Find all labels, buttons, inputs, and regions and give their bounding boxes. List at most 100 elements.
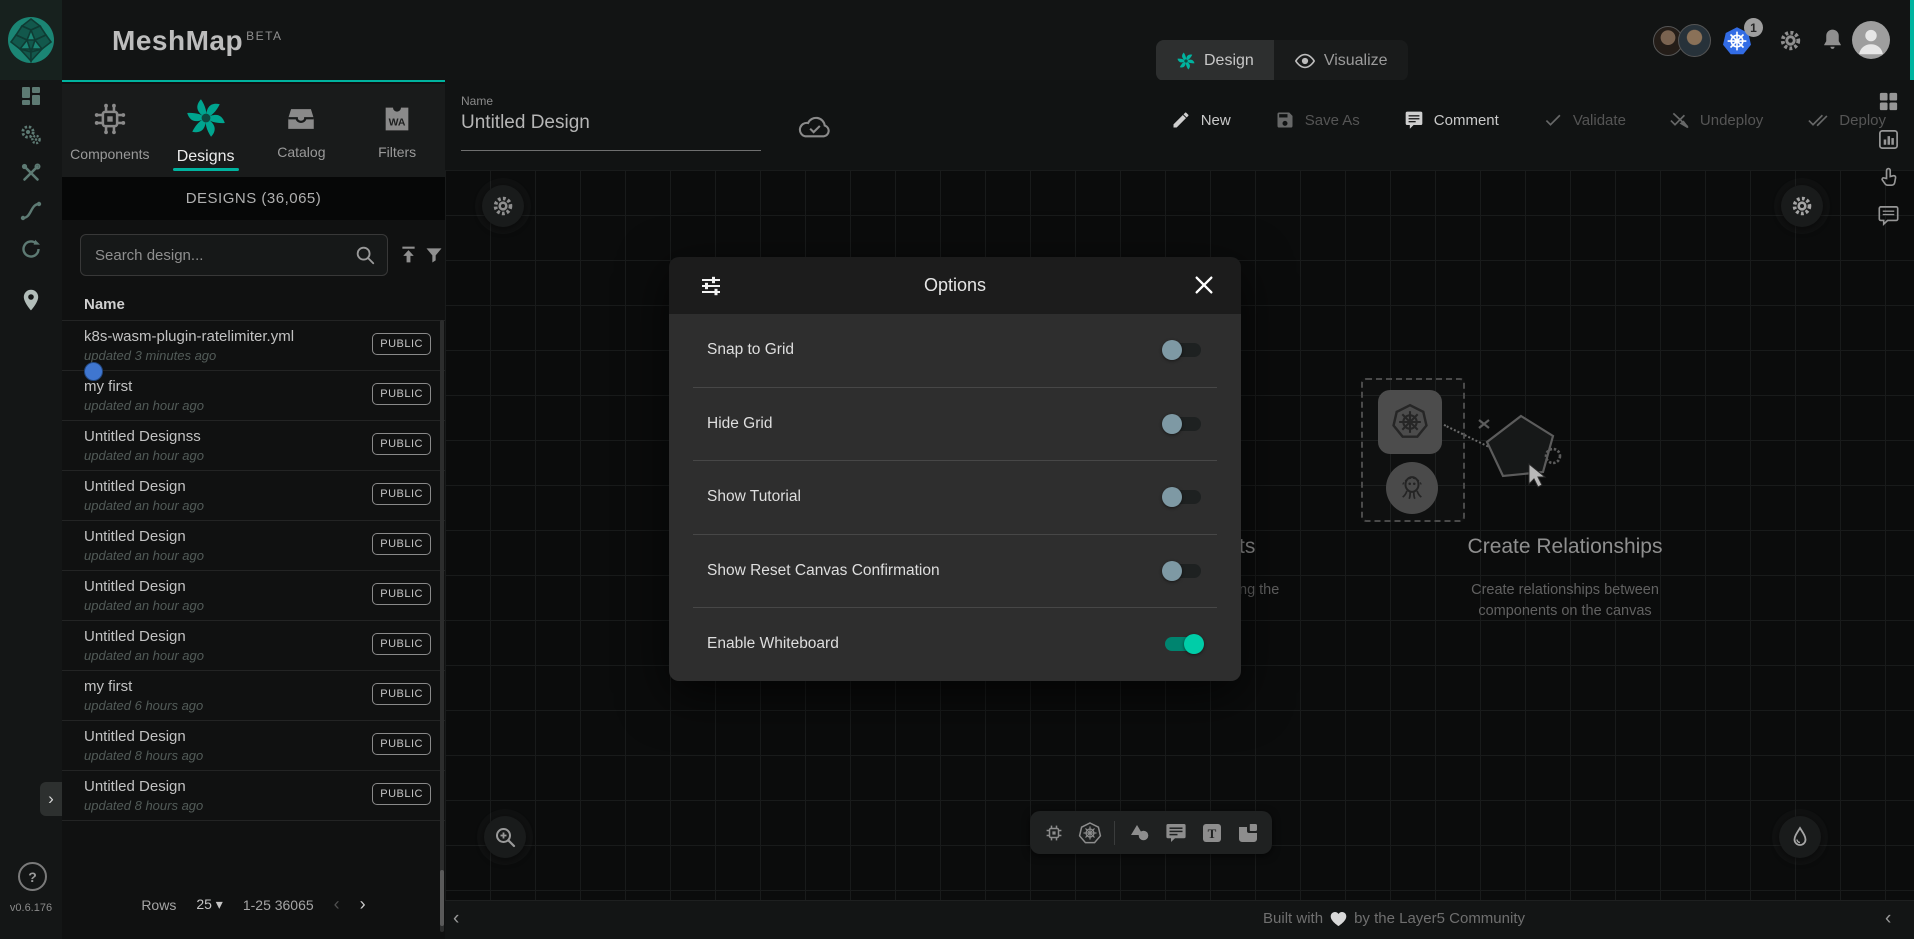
lifecycle-gears-icon[interactable]: [19, 123, 43, 147]
cloud-saved-icon: [797, 114, 833, 142]
next-page-button[interactable]: ›: [360, 894, 366, 915]
design-updated-time: updated an hour ago: [84, 548, 204, 563]
svg-text:WA: WA: [389, 117, 406, 128]
meshery-logo[interactable]: [0, 0, 62, 80]
extensions-sync-icon[interactable]: [19, 237, 43, 261]
canvas-settings-button[interactable]: [1781, 185, 1823, 227]
options-modal-header: Options: [669, 257, 1241, 314]
helm-wheel-icon: [1389, 401, 1431, 443]
version-label: v0.6.176: [0, 902, 62, 914]
design-name: Untitled Design: [84, 728, 186, 745]
notifications-bell-icon[interactable]: [1820, 27, 1845, 52]
design-list-item[interactable]: Untitled Design updated an hour ago PUBL…: [62, 471, 445, 521]
dock-comment-icon[interactable]: [1164, 821, 1188, 845]
design-list-item[interactable]: my first updated an hour ago PUBLIC: [62, 371, 445, 421]
chevron-right-icon: ›: [48, 789, 54, 809]
option-toggle[interactable]: [1165, 490, 1201, 504]
tab-catalog[interactable]: Catalog: [254, 84, 350, 177]
comment-button[interactable]: Comment: [1404, 110, 1499, 130]
tab-filters-label: Filters: [378, 144, 416, 160]
option-label: Hide Grid: [707, 415, 772, 433]
upload-design-icon[interactable]: [398, 244, 419, 265]
touch-gesture-icon[interactable]: [1877, 166, 1900, 189]
eye-icon: [1294, 50, 1316, 72]
design-list-item[interactable]: my first updated 6 hours ago PUBLIC: [62, 671, 445, 721]
check-icon: [1543, 110, 1563, 130]
panel-expander-chevron[interactable]: ›: [40, 782, 62, 816]
dock-shapes-icon[interactable]: [1128, 821, 1152, 845]
chart-panel-icon[interactable]: [1877, 128, 1900, 151]
help-button[interactable]: ?: [18, 862, 47, 891]
lamp-button[interactable]: [1779, 816, 1821, 858]
rows-per-page-select[interactable]: 25 ▾: [196, 896, 223, 913]
settings-gear-icon[interactable]: [1778, 28, 1803, 53]
filter-funnel-icon[interactable]: [424, 245, 444, 265]
collaborator-avatar-2[interactable]: [1678, 24, 1711, 57]
design-list-item[interactable]: Untitled Design updated 8 hours ago PUBL…: [62, 721, 445, 771]
mesh-sphere-icon: [7, 16, 55, 64]
undeploy-button[interactable]: Undeploy: [1670, 110, 1763, 130]
canvas-config-button[interactable]: [482, 185, 524, 227]
options-modal: Options Snap to Grid Hide Grid: [669, 257, 1241, 681]
toggle-thumb: [1162, 487, 1182, 507]
option-label: Show Tutorial: [707, 488, 801, 506]
toggle-thumb: [1184, 634, 1204, 654]
active-tab-underline: [173, 168, 239, 171]
location-pin-icon[interactable]: [19, 288, 43, 312]
option-toggle[interactable]: [1165, 637, 1201, 651]
search-icon[interactable]: [354, 244, 376, 266]
design-list-item[interactable]: Untitled Design updated an hour ago PUBL…: [62, 621, 445, 671]
design-name: Untitled Design: [84, 578, 186, 595]
comment-icon: [1404, 110, 1424, 130]
tab-visualize[interactable]: Visualize: [1274, 40, 1408, 81]
configuration-tools-icon[interactable]: [19, 161, 43, 185]
window-scrollbar-thumb[interactable]: [1910, 0, 1914, 80]
dock-media-icon[interactable]: [1236, 821, 1260, 845]
designs-count-header: DESIGNS (36,065): [62, 177, 445, 220]
top-header: MeshMapBETA Design Visualize: [0, 0, 1914, 80]
canvas-action-toolbar: New Save As Comment Validate Undeploy De…: [1171, 110, 1886, 130]
search-input[interactable]: [80, 234, 388, 276]
close-icon[interactable]: [1193, 274, 1215, 296]
tutorial-pentagon-node: [1473, 410, 1569, 496]
option-toggle[interactable]: [1165, 564, 1201, 578]
new-button[interactable]: New: [1171, 110, 1231, 130]
option-label: Snap to Grid: [707, 341, 794, 359]
deploy-button[interactable]: Deploy: [1807, 110, 1886, 130]
tab-components[interactable]: Components: [62, 84, 158, 177]
design-list-item[interactable]: Untitled Design updated 8 hours ago PUBL…: [62, 771, 445, 821]
design-name-input[interactable]: Untitled Design: [461, 112, 590, 134]
design-list-item[interactable]: Untitled Design updated an hour ago PUBL…: [62, 571, 445, 621]
performance-route-icon[interactable]: [19, 199, 43, 223]
dock-kubernetes-icon[interactable]: [1078, 821, 1102, 845]
grid-view-icon[interactable]: [1877, 90, 1900, 113]
tab-design[interactable]: Design: [1156, 40, 1274, 81]
collapse-right-chevron[interactable]: ‹: [1885, 908, 1891, 930]
dock-text-icon[interactable]: T: [1200, 821, 1224, 845]
design-updated-time: updated an hour ago: [84, 598, 204, 613]
tab-designs[interactable]: Designs: [158, 84, 254, 177]
design-list-item[interactable]: Untitled Designss updated an hour ago PU…: [62, 421, 445, 471]
prev-page-button[interactable]: ‹: [334, 894, 340, 915]
design-updated-time: updated an hour ago: [84, 448, 204, 463]
dock-components-icon[interactable]: [1042, 821, 1066, 845]
tab-filters[interactable]: WA Filters: [349, 84, 445, 177]
design-list-item[interactable]: k8s-wasm-plugin-ratelimiter.yml updated …: [62, 321, 445, 371]
visibility-badge: PUBLIC: [372, 633, 431, 655]
zoom-in-button[interactable]: [484, 816, 526, 858]
profile-avatar[interactable]: [1852, 21, 1890, 59]
save-as-button[interactable]: Save As: [1275, 110, 1360, 130]
panel-tabbar: Components Designs Catalog: [62, 84, 445, 177]
tutorial-card-title: Create Relationships: [1445, 535, 1685, 559]
dashboard-icon[interactable]: [19, 84, 43, 108]
comment-panel-icon[interactable]: [1877, 204, 1900, 227]
squid-icon: [1395, 471, 1429, 505]
panel-scrollbar-track[interactable]: [440, 320, 444, 932]
design-list-item[interactable]: Untitled Design updated an hour ago PUBL…: [62, 521, 445, 571]
left-nav-rail: › ? v0.6.176: [0, 80, 62, 939]
pencil-icon: [1171, 110, 1191, 130]
validate-button[interactable]: Validate: [1543, 110, 1626, 130]
pagination: Rows 25 ▾ 1-25 36065 ‹ ›: [62, 894, 445, 915]
option-toggle[interactable]: [1165, 417, 1201, 431]
option-toggle[interactable]: [1165, 343, 1201, 357]
